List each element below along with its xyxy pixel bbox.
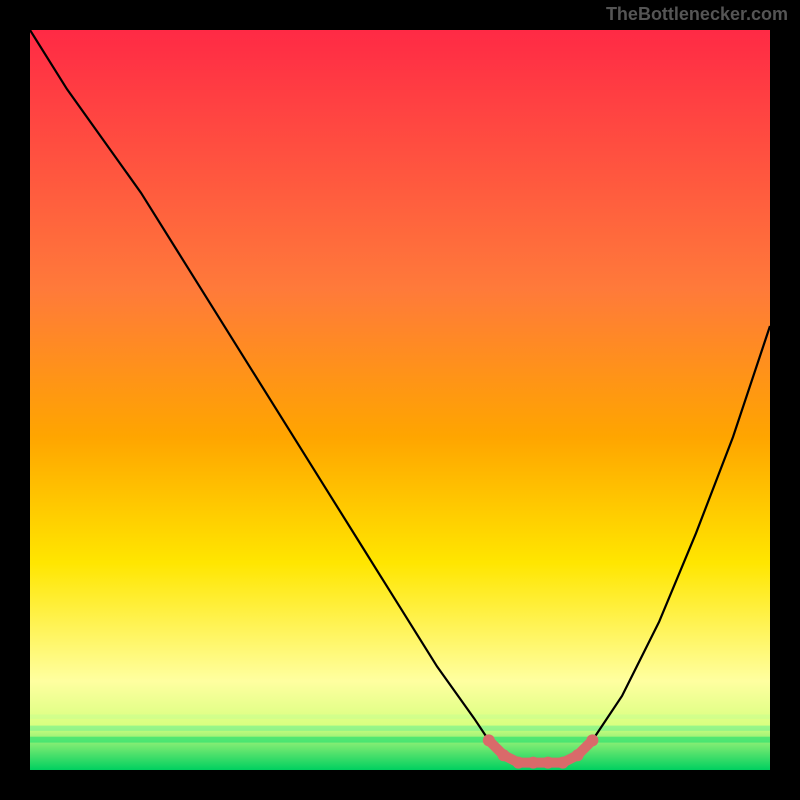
marker-dot — [527, 757, 539, 769]
gradient-background — [30, 30, 770, 770]
marker-dot — [483, 734, 495, 746]
band-stripe — [30, 715, 770, 719]
marker-dot — [557, 757, 569, 769]
chart-container: TheBottlenecker.com — [0, 0, 800, 800]
watermark-text: TheBottlenecker.com — [606, 4, 788, 25]
marker-dot — [498, 749, 510, 761]
marker-dot — [542, 757, 554, 769]
marker-dot — [572, 749, 584, 761]
band-stripe — [30, 737, 770, 743]
marker-dot — [586, 734, 598, 746]
plot-area — [30, 30, 770, 770]
marker-dot — [512, 757, 524, 769]
chart-svg — [30, 30, 770, 770]
band-stripe — [30, 726, 770, 731]
